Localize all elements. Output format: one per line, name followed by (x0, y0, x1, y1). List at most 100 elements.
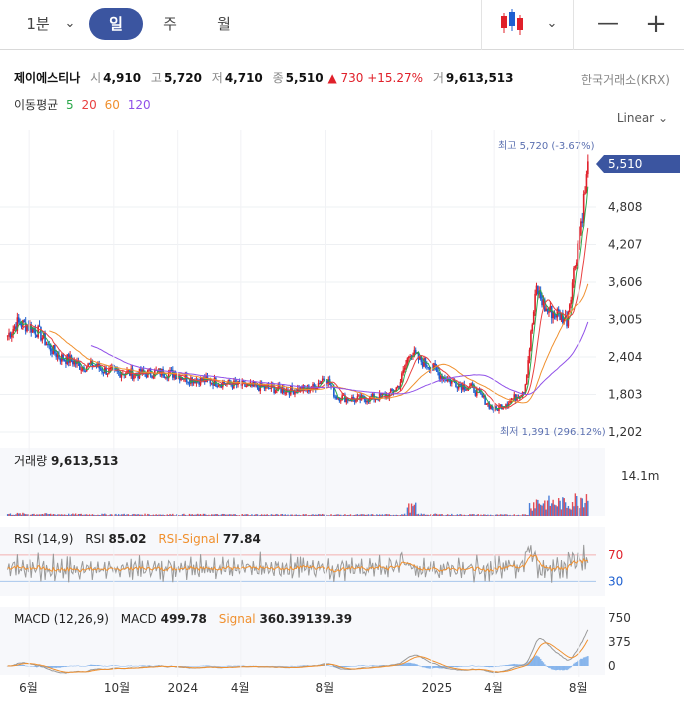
macd-title: MACD (12,26,9) (14, 612, 109, 626)
volume-bar (310, 514, 313, 516)
macd-histogram-bar (363, 665, 366, 666)
macd-histogram-bar (587, 656, 589, 666)
candle-body (109, 367, 112, 369)
volume-bar (223, 514, 225, 516)
volume-bar (109, 514, 112, 516)
volume-bar (444, 515, 446, 516)
macd-histogram-bar (474, 666, 477, 667)
ma5-line (11, 186, 589, 410)
macd-histogram-bar (463, 666, 466, 667)
volume-bar (514, 515, 517, 516)
macd-histogram-bar (471, 665, 474, 666)
macd-histogram-bar (55, 666, 58, 668)
volume-bar (119, 515, 121, 516)
volume-bar (371, 514, 374, 516)
volume-bar (274, 514, 277, 516)
macd-histogram-bar (56, 666, 59, 668)
macd-histogram-bar (188, 666, 191, 667)
volume-bar (415, 502, 417, 516)
candle-body (485, 403, 488, 405)
macd-histogram-bar (206, 665, 209, 666)
candle-body (523, 392, 525, 394)
volume-bar (349, 514, 352, 516)
volume-bar (23, 513, 25, 516)
macd-histogram-bar (228, 665, 231, 667)
macd-histogram-bar (94, 665, 96, 666)
price-tick-label: 1,803 (608, 388, 642, 402)
macd-histogram-bar (567, 666, 570, 670)
volume-bar (535, 499, 538, 516)
volume-bar (237, 515, 239, 516)
volume-bar (31, 513, 34, 516)
volume-bar (481, 515, 484, 516)
volume-bar (366, 514, 368, 516)
volume-bar (158, 514, 160, 516)
volume-axis-label: 14.1m (621, 469, 659, 483)
volume-bar (471, 514, 474, 516)
macd-histogram-bar (484, 666, 486, 667)
volume-bar (276, 513, 278, 516)
volume-bar (451, 513, 453, 516)
candle-body (568, 304, 571, 312)
volume-bar (165, 515, 167, 516)
volume-bar (470, 514, 472, 516)
volume-bar (190, 514, 192, 516)
macd-histogram-bar (503, 665, 506, 666)
macd-histogram-bar (451, 666, 453, 668)
volume-bar (278, 515, 281, 516)
volume-bar (499, 514, 502, 516)
volume-bar (167, 514, 170, 516)
volume-bar (254, 514, 256, 516)
time-tick-label: 4월 (484, 681, 503, 695)
macd-histogram-bar (209, 665, 212, 667)
macd-histogram-bar (470, 665, 473, 667)
volume-bar (58, 514, 60, 516)
macd-histogram-bar (140, 665, 142, 667)
rsi-level-70: 70 (608, 548, 623, 562)
candle-body (571, 282, 574, 300)
volume-bar (117, 514, 120, 516)
volume-bar (416, 514, 418, 516)
volume-bar (538, 503, 540, 516)
macd-histogram-bar (373, 665, 375, 666)
volume-bar (423, 513, 425, 516)
volume-bar (277, 514, 280, 516)
macd-histogram-bar (235, 665, 238, 667)
volume-bar (398, 515, 400, 516)
macd-histogram-bar (453, 666, 456, 667)
macd-histogram-bar (92, 664, 95, 666)
macd-histogram-bar (331, 666, 334, 667)
volume-bar (496, 514, 499, 516)
volume-bar (6, 514, 9, 516)
volume-bar (66, 515, 69, 516)
volume-bar (166, 514, 168, 516)
volume-bar (378, 514, 381, 516)
macd-histogram-bar (210, 665, 213, 667)
candle-body (163, 376, 166, 378)
macd-histogram-bar (513, 663, 516, 666)
macd-histogram-bar (87, 665, 89, 666)
macd-histogram-bar (101, 665, 103, 667)
volume-bar (388, 514, 391, 516)
volume-bar (266, 514, 268, 516)
macd-histogram-bar (462, 666, 464, 667)
macd-histogram-bar (216, 666, 219, 667)
candle-body (409, 356, 411, 358)
macd-histogram-bar (274, 666, 277, 667)
volume-bar (581, 498, 583, 516)
macd-histogram-bar (62, 666, 64, 668)
volume-bar (477, 514, 479, 516)
price-tick-label: 2,404 (608, 350, 642, 364)
price-chart[interactable]: 5,510 4,808 4,207 3,606 3,005 2,404 1,803 1,202… (0, 0, 684, 701)
candle-body (574, 266, 577, 268)
time-tick-label: 4월 (231, 681, 250, 695)
macd-signal-value: 360.39139.39 (259, 612, 353, 626)
volume-bar (86, 514, 88, 516)
volume-bar (230, 514, 232, 516)
macd-histogram-bar (345, 666, 348, 667)
macd-histogram-bar (277, 665, 280, 667)
candle-body (84, 370, 87, 372)
volume-bar (206, 515, 209, 516)
macd-histogram-bar (544, 664, 546, 666)
candle-body (323, 378, 325, 380)
